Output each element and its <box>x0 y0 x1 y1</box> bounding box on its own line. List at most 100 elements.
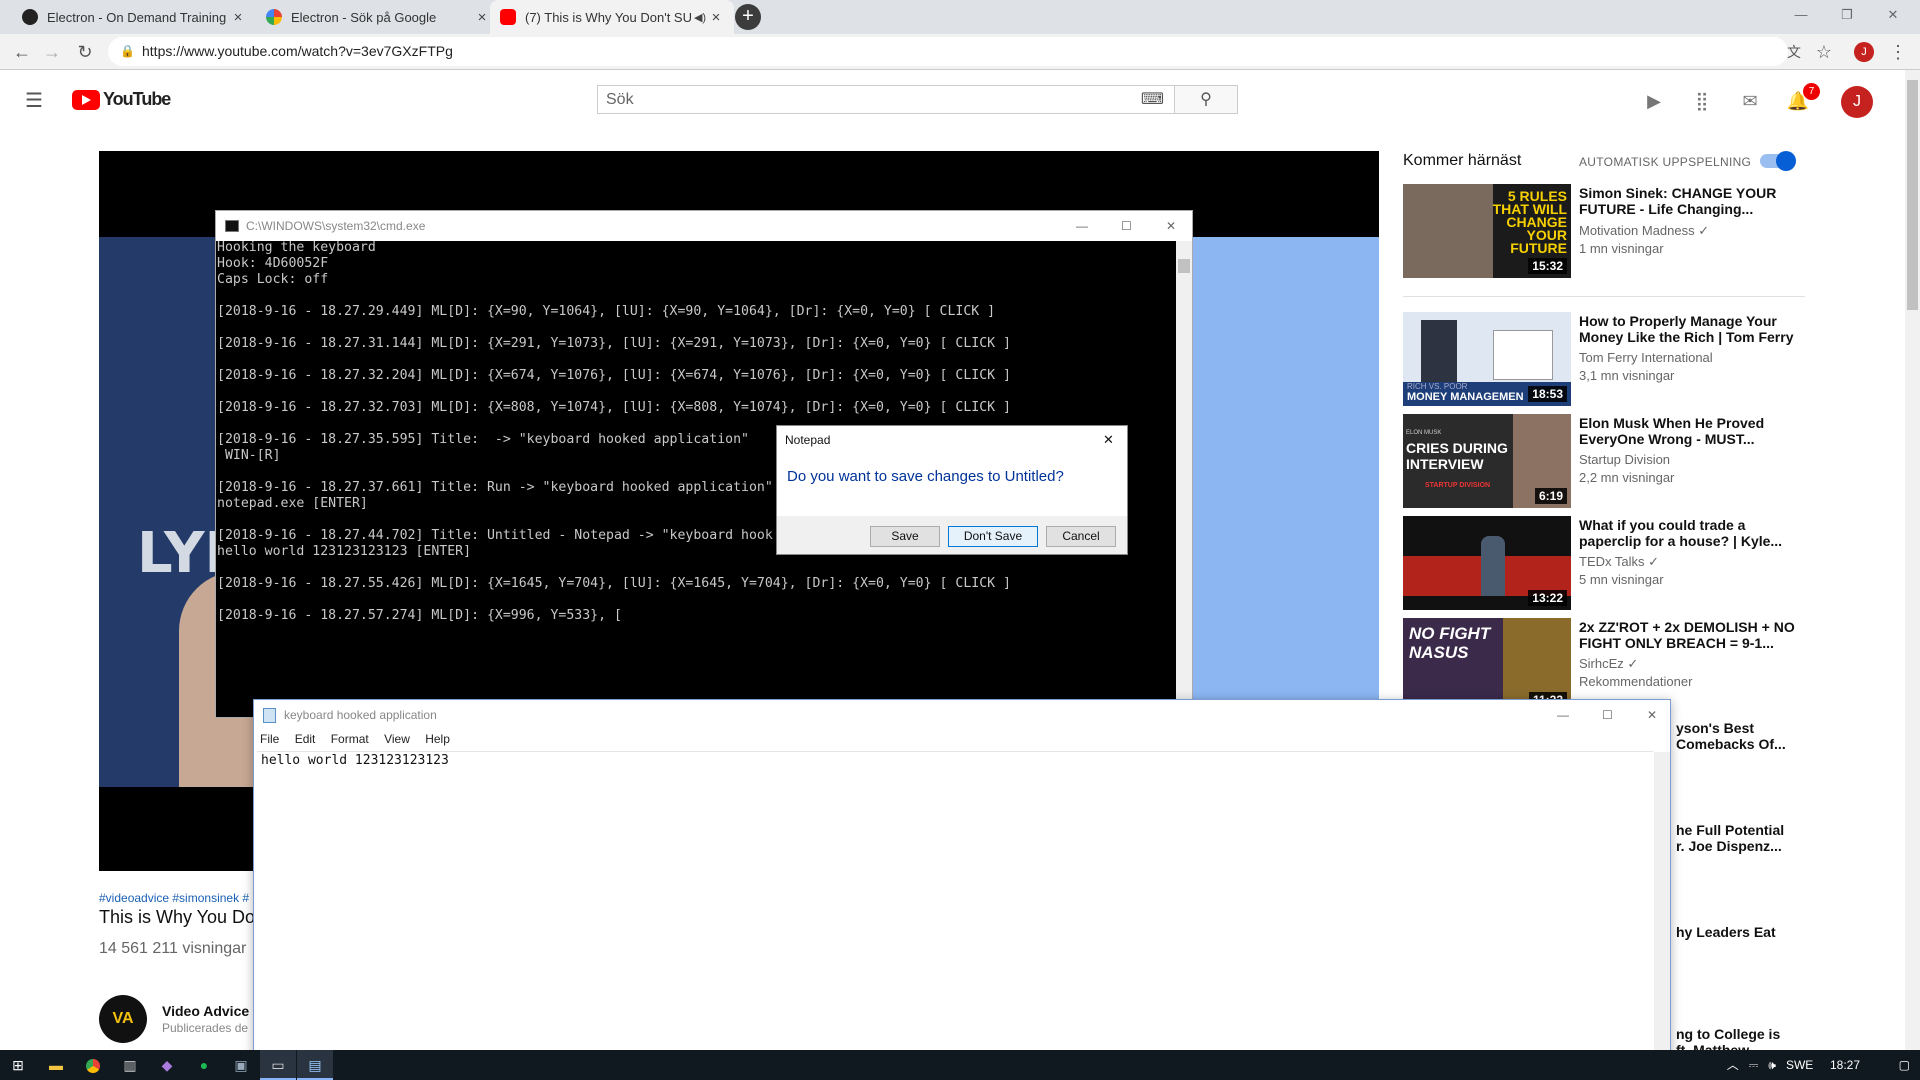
youtube-logo[interactable]: YouTube <box>72 89 171 110</box>
address-bar[interactable]: 🔒 https://www.youtube.com/watch?v=3ev7GX… <box>108 37 1788 66</box>
youtube-play-icon <box>72 89 100 110</box>
video-title[interactable]: What if you could trade a paperclip for a… <box>1579 517 1809 549</box>
clock[interactable]: 18:27 <box>1830 1058 1860 1072</box>
dont-save-button[interactable]: Don't Save <box>948 526 1038 547</box>
volume-icon[interactable]: 🕪 <box>1768 1058 1776 1072</box>
video-channel[interactable]: SirhcEz ✓ <box>1579 656 1638 672</box>
notepad-titlebar[interactable]: keyboard hooked application — ☐ ✕ <box>254 700 1670 730</box>
video-thumbnail[interactable]: NO FIGHT NASUS 11:22 <box>1403 618 1571 712</box>
save-button[interactable]: Save <box>870 526 940 547</box>
menu-edit[interactable]: Edit <box>295 732 316 746</box>
reload-icon[interactable]: ↻ <box>73 40 97 64</box>
windows-start-icon[interactable]: ⊞ <box>0 1050 36 1080</box>
file-explorer-icon[interactable]: ▬ <box>38 1050 74 1080</box>
channel-name[interactable]: Video Advice <box>162 1003 249 1019</box>
search-input[interactable]: Sök ⌨ <box>597 85 1175 114</box>
books-icon[interactable]: ▥ <box>112 1050 148 1080</box>
video-thumbnail[interactable]: 5 RULES THAT WILL CHANGE YOUR FUTURE 15:… <box>1403 184 1571 278</box>
video-channel[interactable]: TEDx Talks ✓ <box>1579 554 1659 570</box>
visual-studio-icon[interactable]: ◆ <box>149 1050 185 1080</box>
cmd-output-line <box>217 352 1175 368</box>
action-center-icon[interactable]: ▢ <box>1899 1050 1910 1080</box>
chrome-icon[interactable] <box>75 1050 111 1080</box>
new-tab-button[interactable]: + <box>735 4 761 30</box>
keyboard-icon[interactable]: ⌨ <box>1141 86 1164 113</box>
channel-avatar[interactable]: VA <box>99 995 147 1043</box>
notepad-scrollbar[interactable] <box>1654 752 1670 1080</box>
video-title[interactable]: Elon Musk When He Proved EveryOne Wrong -… <box>1579 415 1809 447</box>
video-thumbnail[interactable]: RICH VS. POOR MONEY MANAGEMEN 18:53 <box>1403 312 1571 406</box>
thumbnail-text: NO FIGHT NASUS <box>1409 624 1491 662</box>
star-icon[interactable]: ☆ <box>1812 40 1836 64</box>
maximize-icon[interactable]: ☐ <box>1602 700 1613 730</box>
notification-count-badge: 7 <box>1803 83 1820 100</box>
close-icon[interactable]: ✕ <box>1103 426 1114 454</box>
youtube-icon <box>500 9 516 25</box>
video-title-partial[interactable]: he Full Potential r. Joe Dispenz... <box>1676 822 1784 854</box>
video-channel[interactable]: Motivation Madness ✓ <box>1579 223 1709 239</box>
video-views: 2,2 mn visningar <box>1579 470 1675 485</box>
notepad-taskbar-icon[interactable]: ▤ <box>297 1050 333 1080</box>
video-title[interactable]: 2x ZZ'ROT + 2x DEMOLISH + NO FIGHT ONLY B… <box>1579 619 1809 651</box>
menu-format[interactable]: Format <box>331 732 369 746</box>
cmd-scrollbar[interactable] <box>1176 241 1192 717</box>
video-thumbnail[interactable]: 13:22 <box>1403 516 1571 610</box>
apps-grid-icon[interactable]: ⣿ <box>1690 89 1714 113</box>
hamburger-menu-icon[interactable]: ☰ <box>25 88 43 113</box>
autoplay-toggle[interactable] <box>1760 151 1796 171</box>
spotify-icon[interactable]: ● <box>186 1050 222 1080</box>
cmd-taskbar-icon[interactable]: ▭ <box>260 1050 296 1080</box>
create-video-icon[interactable]: ▶ <box>1642 89 1666 113</box>
tray-chevron-icon[interactable]: ︿ <box>1727 1058 1739 1072</box>
app-icon[interactable]: ▣ <box>223 1050 259 1080</box>
tab-close-icon[interactable]: × <box>708 9 724 26</box>
video-channel[interactable]: Startup Division <box>1579 452 1670 467</box>
video-hashtags[interactable]: #videoadvice #simonsinek # <box>99 891 249 905</box>
speaker-icon[interactable]: ◀) <box>692 11 708 24</box>
notepad-window[interactable]: keyboard hooked application — ☐ ✕ File E… <box>253 699 1671 1080</box>
video-title-partial[interactable]: yson's Best Comebacks Of... <box>1676 720 1786 752</box>
dialog-title: Notepad <box>785 433 831 447</box>
language-indicator[interactable]: SWE <box>1786 1058 1813 1072</box>
tab-close-icon[interactable]: × <box>230 9 246 26</box>
save-dialog[interactable]: Notepad ✕ Do you want to save changes to… <box>776 425 1128 555</box>
video-thumbnail[interactable]: ELON MUSK CRIES DURING INTERVIEW STARTUP… <box>1403 414 1571 508</box>
thumbnail-person <box>1481 536 1505 596</box>
network-icon[interactable]: ⎓ <box>1749 1058 1759 1072</box>
notepad-text-area[interactable]: hello world 123123123123 <box>257 751 1653 1080</box>
cmd-output-line: Hooking the keyboard <box>217 240 376 255</box>
dialog-titlebar[interactable]: Notepad ✕ <box>777 426 1127 454</box>
search-button[interactable]: ⚲ <box>1174 85 1238 114</box>
browser-tab[interactable]: Electron - Sök på Google × <box>256 0 500 34</box>
browser-tab-active[interactable]: (7) This is Why You Don't SU ◀) × <box>490 0 734 34</box>
video-duration: 18:53 <box>1528 386 1567 402</box>
browser-tab[interactable]: Electron - On Demand Training × <box>12 0 256 34</box>
tab-close-icon[interactable]: × <box>474 9 490 26</box>
maximize-icon[interactable]: ☐ <box>1121 211 1132 241</box>
translate-icon[interactable]: 文 <box>1782 40 1806 64</box>
page-scrollbar-thumb[interactable] <box>1907 80 1918 310</box>
minimize-icon[interactable]: — <box>1076 211 1088 241</box>
video-title[interactable]: Simon Sinek: CHANGE YOUR FUTURE - Life Ch… <box>1579 185 1809 217</box>
menu-view[interactable]: View <box>384 732 410 746</box>
menu-kebab-icon[interactable]: ⋮ <box>1886 40 1910 64</box>
menu-help[interactable]: Help <box>425 732 450 746</box>
close-icon[interactable]: ✕ <box>1166 211 1176 241</box>
close-icon[interactable]: ✕ <box>1870 0 1916 30</box>
video-title[interactable]: How to Properly Manage Your Money Like th… <box>1579 313 1809 345</box>
minimize-icon[interactable]: — <box>1778 0 1824 30</box>
cmd-titlebar[interactable]: C:\WINDOWS\system32\cmd.exe — ☐ ✕ <box>216 211 1192 241</box>
forward-icon[interactable]: → <box>40 40 64 64</box>
video-channel[interactable]: Tom Ferry International <box>1579 350 1713 365</box>
video-title-partial[interactable]: hy Leaders Eat <box>1676 924 1776 940</box>
menu-file[interactable]: File <box>260 732 279 746</box>
restore-icon[interactable]: ❐ <box>1824 0 1870 30</box>
account-avatar[interactable]: J <box>1841 86 1873 118</box>
profile-avatar[interactable]: J <box>1854 42 1874 62</box>
close-icon[interactable]: ✕ <box>1647 700 1657 730</box>
cmd-scrollbar-thumb[interactable] <box>1178 259 1190 273</box>
minimize-icon[interactable]: — <box>1557 700 1569 730</box>
messages-icon[interactable]: ✉ <box>1738 89 1762 113</box>
cancel-button[interactable]: Cancel <box>1046 526 1116 547</box>
back-icon[interactable]: ← <box>10 40 34 64</box>
